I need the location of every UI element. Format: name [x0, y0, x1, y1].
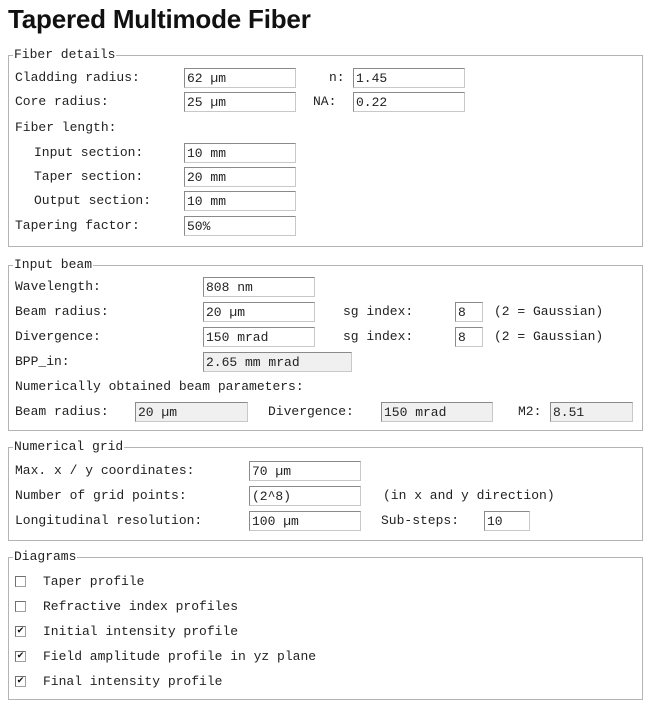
final-intensity-profile-checkbox[interactable]: ✔ — [15, 676, 26, 687]
beam-radius-input[interactable] — [203, 302, 315, 322]
tapering-factor-label: Tapering factor: — [15, 218, 140, 233]
n-label: n: — [329, 70, 345, 85]
cladding-radius-label: Cladding radius: — [15, 70, 140, 85]
taper-section-label: Taper section: — [34, 169, 144, 184]
numerical-beam-params-heading: Numerically obtained beam parameters: — [15, 379, 304, 394]
field-amplitude-profile-checkbox[interactable]: ✔ — [15, 651, 26, 662]
beam-radius-label: Beam radius: — [15, 304, 109, 319]
output-section-input[interactable] — [184, 191, 296, 211]
taper-profile-label[interactable]: Taper profile — [43, 574, 144, 590]
checkmark-icon: ✔ — [16, 626, 25, 636]
numerical-grid-legend: Numerical grid — [13, 439, 125, 455]
longitudinal-resolution-input[interactable] — [249, 511, 361, 531]
diagrams-section: Diagrams Taper profile Refractive index p… — [8, 549, 643, 700]
gaussian-note: (2 = Gaussian) — [494, 304, 604, 319]
initial-intensity-profile-checkbox[interactable]: ✔ — [15, 626, 26, 637]
grid-points-note: (in x and y direction) — [383, 488, 555, 503]
final-intensity-profile-label[interactable]: Final intensity profile — [43, 674, 222, 690]
beam-radius-sg-index-input[interactable] — [455, 302, 483, 322]
na-label: NA: — [313, 94, 337, 109]
num-divergence-label: Divergence: — [268, 404, 354, 419]
longitudinal-resolution-label: Longitudinal resolution: — [15, 513, 203, 528]
num-beam-radius-output — [135, 402, 248, 422]
fiber-length-label: Fiber length: — [15, 120, 117, 135]
grid-points-input[interactable] — [249, 486, 361, 506]
refractive-index-input[interactable] — [353, 68, 465, 88]
sub-steps-input[interactable] — [484, 511, 530, 531]
divergence-label: Divergence: — [15, 329, 101, 344]
checkmark-icon: ✔ — [16, 651, 25, 661]
initial-intensity-profile-label[interactable]: Initial intensity profile — [43, 624, 238, 640]
refractive-index-profiles-checkbox[interactable] — [15, 601, 26, 612]
checkmark-icon: ✔ — [16, 676, 25, 686]
numerical-aperture-input[interactable] — [353, 92, 465, 112]
gaussian-note: (2 = Gaussian) — [494, 329, 604, 344]
input-section-label: Input section: — [34, 145, 144, 160]
sg-index-label: sg index: — [343, 304, 414, 319]
input-beam-section: Input beam Wavelength: Beam radius: sg i… — [8, 257, 643, 431]
output-section-label: Output section: — [34, 193, 152, 208]
core-radius-label: Core radius: — [15, 94, 109, 109]
wavelength-input[interactable] — [203, 277, 315, 297]
tapering-factor-input[interactable] — [184, 216, 296, 236]
taper-profile-checkbox[interactable] — [15, 576, 26, 587]
page-title: Tapered Multimode Fiber — [8, 4, 311, 34]
field-amplitude-profile-label[interactable]: Field amplitude profile in yz plane — [43, 649, 316, 665]
sub-steps-label: Sub-steps: — [381, 513, 460, 528]
max-xy-label: Max. x / y coordinates: — [15, 463, 195, 478]
input-section-input[interactable] — [184, 143, 296, 163]
num-beam-radius-label: Beam radius: — [15, 404, 109, 419]
diagrams-legend: Diagrams — [13, 549, 78, 565]
fiber-details-legend: Fiber details — [13, 47, 117, 63]
numerical-grid-section: Numerical grid Max. x / y coordinates: N… — [8, 439, 643, 541]
num-divergence-output — [381, 402, 493, 422]
taper-section-input[interactable] — [184, 167, 296, 187]
divergence-sg-index-input[interactable] — [455, 327, 483, 347]
core-radius-input[interactable] — [184, 92, 296, 112]
bpp-in-output — [203, 352, 352, 372]
wavelength-label: Wavelength: — [15, 279, 101, 294]
grid-points-label: Number of grid points: — [15, 488, 187, 503]
input-beam-legend: Input beam — [13, 257, 94, 273]
max-xy-input[interactable] — [249, 461, 361, 481]
refractive-index-profiles-label[interactable]: Refractive index profiles — [43, 599, 238, 615]
fiber-details-section: Fiber details Cladding radius: n: Core r… — [8, 47, 643, 247]
sg-index-label: sg index: — [343, 329, 414, 344]
divergence-input[interactable] — [203, 327, 315, 347]
bpp-in-label: BPP_in: — [15, 354, 70, 369]
m2-output — [550, 402, 633, 422]
m2-label: M2: — [518, 404, 542, 419]
cladding-radius-input[interactable] — [184, 68, 296, 88]
